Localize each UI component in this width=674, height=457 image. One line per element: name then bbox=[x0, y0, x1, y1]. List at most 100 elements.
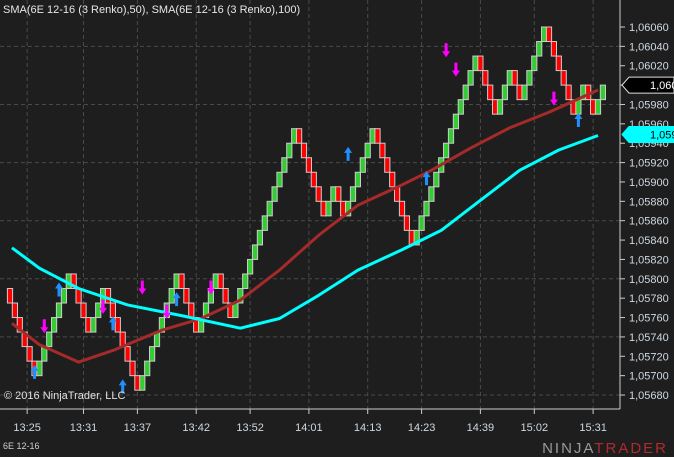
up-brick bbox=[36, 360, 43, 377]
up-brick bbox=[261, 215, 268, 231]
down-brick bbox=[217, 273, 224, 289]
up-brick bbox=[232, 302, 239, 319]
up-brick bbox=[364, 142, 371, 159]
up-brick bbox=[359, 157, 366, 173]
up-brick bbox=[599, 84, 606, 101]
up-brick bbox=[349, 186, 357, 202]
y-tick-label: 1,05920 bbox=[629, 158, 669, 170]
down-brick bbox=[384, 157, 391, 173]
down-brick bbox=[511, 70, 518, 86]
up-brick bbox=[531, 55, 538, 72]
down-brick bbox=[487, 84, 494, 101]
up-brick bbox=[46, 331, 53, 348]
down-brick bbox=[565, 84, 572, 101]
up-brick bbox=[90, 317, 97, 333]
indicator-legend: SMA(6E 12-16 (3 Renko),50), SMA(6E 12-16… bbox=[3, 4, 301, 16]
sell-arrow-icon bbox=[138, 280, 147, 295]
down-brick bbox=[26, 346, 33, 362]
sell-arrow-icon bbox=[451, 62, 460, 77]
up-brick bbox=[281, 157, 288, 173]
up-brick bbox=[247, 258, 254, 275]
up-brick bbox=[95, 302, 102, 319]
down-brick bbox=[315, 186, 322, 202]
logo-text-trader: TRADER bbox=[594, 440, 668, 457]
down-brick bbox=[379, 142, 386, 159]
down-brick bbox=[555, 55, 562, 72]
down-brick bbox=[398, 200, 406, 217]
up-brick bbox=[443, 142, 450, 159]
x-tick-label: 13:42 bbox=[182, 422, 210, 434]
instrument-label: 6E 12-16 bbox=[3, 441, 40, 451]
up-brick bbox=[418, 215, 425, 231]
sell-arrow-icon bbox=[549, 91, 558, 106]
up-brick bbox=[51, 317, 58, 333]
y-tick-label: 1,05980 bbox=[629, 99, 669, 111]
down-brick bbox=[183, 287, 190, 304]
down-brick bbox=[296, 128, 303, 144]
buy-arrow-icon bbox=[344, 146, 353, 161]
up-brick bbox=[266, 200, 273, 217]
x-tick-label: 13:37 bbox=[124, 422, 152, 434]
up-brick bbox=[501, 84, 508, 101]
sma100-line bbox=[11, 134, 599, 330]
down-brick bbox=[300, 142, 308, 159]
down-brick bbox=[545, 26, 553, 43]
x-tick-label: 15:02 bbox=[521, 422, 549, 434]
y-tick-label: 1,05880 bbox=[629, 196, 669, 208]
x-tick-label: 14:23 bbox=[408, 422, 436, 434]
y-tick-label: 1,05740 bbox=[629, 332, 669, 344]
down-brick bbox=[114, 317, 121, 333]
down-brick bbox=[11, 302, 18, 319]
up-brick bbox=[433, 171, 440, 188]
up-brick bbox=[251, 244, 259, 260]
up-brick bbox=[575, 99, 582, 115]
up-brick bbox=[325, 200, 332, 217]
down-brick bbox=[374, 128, 381, 144]
last-price-label: 1,06000 bbox=[650, 80, 674, 92]
up-brick bbox=[521, 84, 528, 101]
down-brick bbox=[305, 157, 312, 173]
up-brick bbox=[526, 70, 533, 86]
down-brick bbox=[188, 302, 195, 319]
sell-arrow-icon bbox=[40, 319, 49, 334]
up-brick bbox=[467, 70, 474, 86]
up-brick bbox=[139, 375, 146, 391]
up-brick bbox=[452, 113, 459, 130]
down-brick bbox=[550, 41, 557, 57]
down-brick bbox=[477, 55, 484, 72]
x-tick-label: 14:39 bbox=[467, 422, 495, 434]
y-tick-label: 1,06040 bbox=[629, 41, 669, 53]
y-tick-label: 1,06060 bbox=[629, 22, 669, 34]
down-brick bbox=[335, 186, 342, 202]
sma100-price-label: 1,05949 bbox=[650, 130, 674, 142]
up-brick bbox=[457, 99, 464, 115]
down-brick bbox=[310, 171, 317, 188]
down-brick bbox=[104, 287, 112, 304]
down-brick bbox=[560, 70, 567, 86]
down-brick bbox=[222, 287, 229, 304]
up-brick bbox=[462, 84, 469, 101]
buy-arrow-icon bbox=[574, 113, 583, 128]
y-tick-label: 1,05760 bbox=[629, 313, 669, 325]
logo-text-ninja: NINJA bbox=[542, 440, 595, 457]
y-tick-label: 1,05860 bbox=[629, 216, 669, 228]
sell-arrow-icon bbox=[442, 43, 451, 58]
up-brick bbox=[144, 360, 151, 377]
up-brick bbox=[354, 171, 361, 188]
up-brick bbox=[55, 302, 63, 319]
up-brick bbox=[447, 128, 455, 144]
y-tick-label: 1,05840 bbox=[629, 235, 669, 247]
down-brick bbox=[389, 171, 396, 188]
sma50-line bbox=[11, 88, 599, 364]
renko-chart[interactable]: 1,06060 1,06040 1,06020 1,06000 1,05980 1,059… bbox=[0, 0, 674, 456]
up-brick bbox=[423, 200, 430, 217]
down-brick bbox=[80, 302, 87, 319]
y-tick-label: 1,05780 bbox=[629, 293, 669, 305]
up-brick bbox=[276, 171, 283, 188]
down-brick bbox=[6, 287, 14, 304]
up-brick bbox=[594, 99, 602, 115]
down-brick bbox=[482, 70, 489, 86]
down-brick bbox=[403, 215, 410, 231]
down-brick bbox=[178, 273, 185, 289]
down-brick bbox=[124, 346, 131, 362]
